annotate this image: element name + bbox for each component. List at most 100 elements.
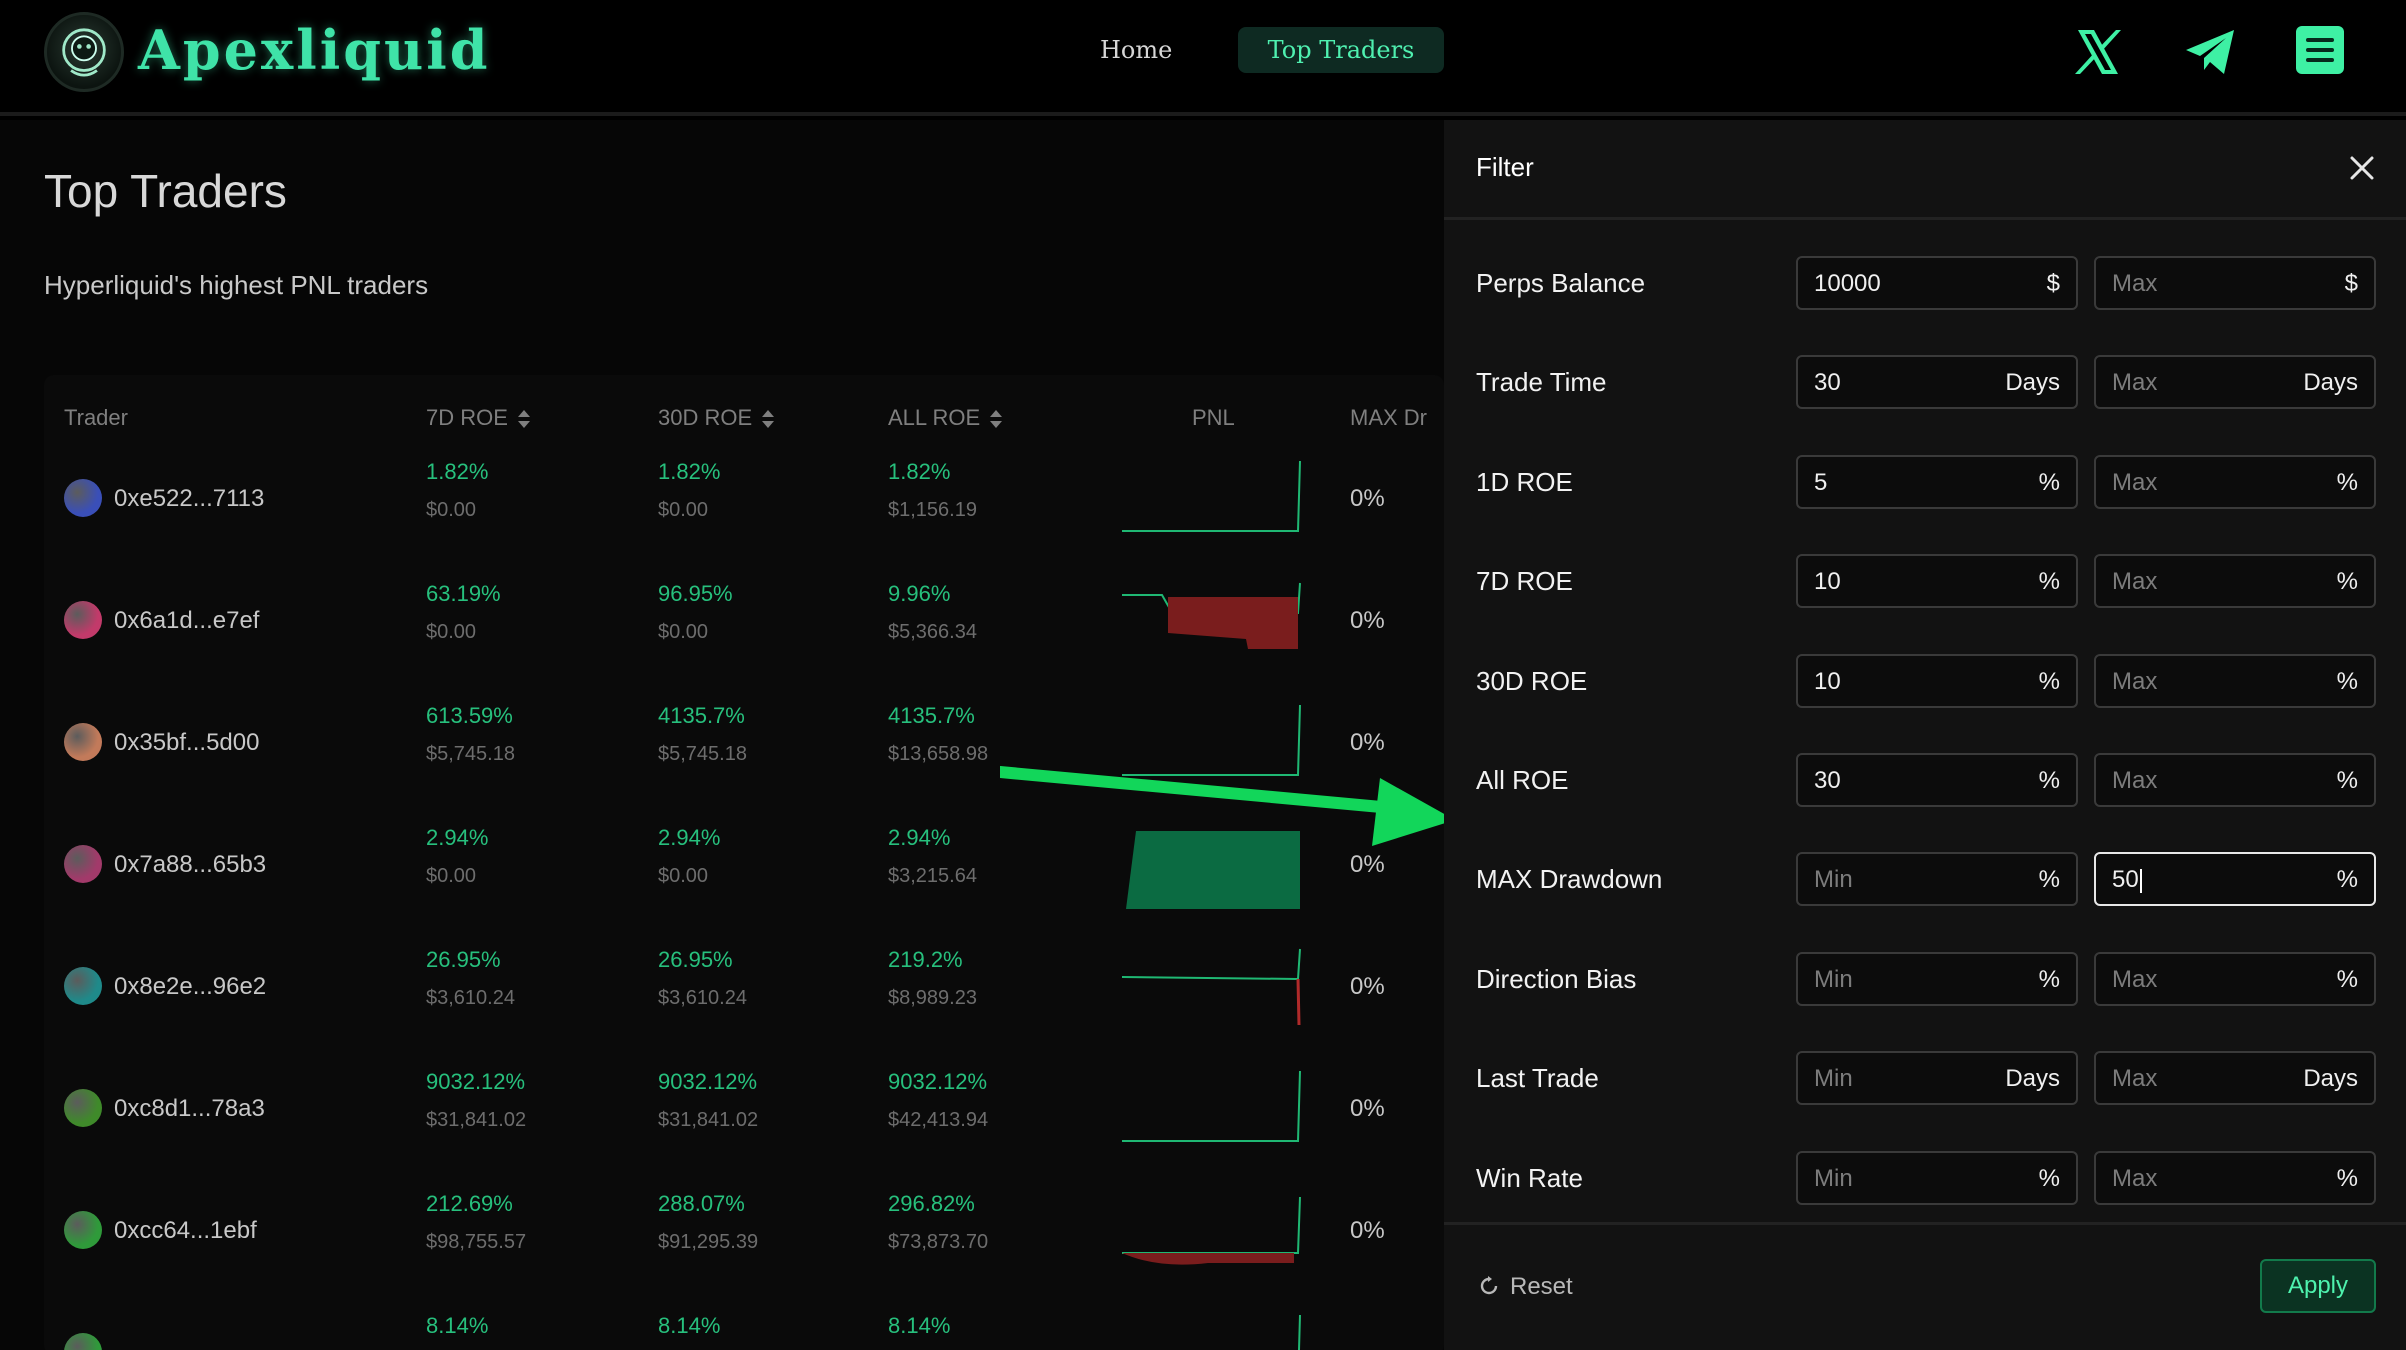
min-input[interactable]: Min Days bbox=[1796, 1051, 2078, 1105]
filter-row: MAX Drawdown Min% 50% bbox=[1444, 852, 2406, 906]
trader-address[interactable]: 0x6a1d...e7ef bbox=[114, 607, 259, 635]
min-input[interactable]: Min% bbox=[1796, 952, 2078, 1006]
roe-30d-value: 26.95% bbox=[658, 947, 733, 972]
unit-label: % bbox=[2038, 966, 2060, 993]
col-7d-roe-label: 7D ROE bbox=[426, 405, 508, 430]
reset-label: Reset bbox=[1510, 1273, 1573, 1300]
roe-all-value: 9.96% bbox=[888, 581, 951, 606]
sort-icon[interactable] bbox=[517, 410, 530, 429]
sort-icon[interactable] bbox=[762, 410, 775, 429]
avatar bbox=[64, 601, 102, 639]
unit-label: Days bbox=[2005, 1065, 2060, 1092]
trader-address[interactable]: 0xcc64...1ebf bbox=[114, 1217, 257, 1245]
table-row[interactable]: 8.14% 8.14% 8.14% bbox=[44, 1291, 1444, 1350]
sort-icon[interactable] bbox=[990, 410, 1003, 429]
unit-label: % bbox=[2038, 469, 2060, 496]
table-row[interactable]: 0x8e2e...96e2 26.95% $3,610.24 26.95% $3,610… bbox=[44, 925, 1444, 1047]
telegram-icon[interactable] bbox=[2182, 24, 2238, 80]
min-input[interactable]: 10% bbox=[1796, 654, 2078, 708]
menu-icon[interactable] bbox=[2296, 26, 2344, 74]
filter-label: 1D ROE bbox=[1476, 467, 1573, 497]
pnl-all-value: $8,989.23 bbox=[888, 987, 977, 1009]
avatar bbox=[64, 845, 102, 883]
max-input[interactable]: Max% bbox=[2094, 952, 2376, 1006]
filter-row: Direction Bias Min% Max% bbox=[1444, 952, 2406, 1006]
nav-top-traders-link[interactable]: Top Traders bbox=[1238, 27, 1444, 73]
filter-label: Win Rate bbox=[1476, 1163, 1583, 1193]
unit-label: % bbox=[2336, 469, 2358, 496]
reset-button[interactable]: Reset bbox=[1478, 1273, 1573, 1301]
traders-table: Trader 7D ROE 30D ROE ALL ROE PNL MAX Dr… bbox=[44, 375, 1444, 1350]
close-icon[interactable] bbox=[2344, 150, 2380, 186]
max-drawdown-value: 0% bbox=[1350, 1095, 1385, 1122]
min-input[interactable]: 30 Days bbox=[1796, 355, 2078, 409]
trader-address[interactable]: 0x35bf...5d00 bbox=[114, 729, 259, 757]
pnl-30d-value: $5,745.18 bbox=[658, 743, 747, 765]
table-row[interactable]: 0xc8d1...78a3 9032.12% $31,841.02 9032.12% $… bbox=[44, 1047, 1444, 1169]
max-value: 50 bbox=[2112, 866, 2142, 894]
unit-label: $ bbox=[2344, 270, 2358, 297]
unit-label: % bbox=[2038, 866, 2060, 893]
roe-all-value: 296.82% bbox=[888, 1191, 975, 1216]
max-drawdown-value: 0% bbox=[1350, 973, 1385, 1000]
trader-address[interactable]: 0xc8d1...78a3 bbox=[114, 1095, 265, 1123]
filter-row: Perps Balance 10000 $ Max $ bbox=[1444, 256, 2406, 310]
max-input[interactable]: Max% bbox=[2094, 1151, 2376, 1205]
roe-7d-value: 26.95% bbox=[426, 947, 501, 972]
filter-row: Win Rate Min% Max% bbox=[1444, 1151, 2406, 1205]
min-input[interactable]: 30% bbox=[1796, 753, 2078, 807]
max-drawdown-value: 0% bbox=[1350, 485, 1385, 512]
trader-address[interactable]: 0x7a88...65b3 bbox=[114, 851, 266, 879]
pnl-all-value: $3,215.64 bbox=[888, 865, 977, 887]
filter-footer: Reset Apply bbox=[1444, 1222, 2406, 1350]
brand-name[interactable]: Apexliquid bbox=[138, 18, 491, 82]
min-placeholder: Min bbox=[1814, 866, 1853, 893]
pnl-30d-value: $0.00 bbox=[658, 865, 709, 887]
max-input[interactable]: Max% bbox=[2094, 554, 2376, 608]
filter-label: 7D ROE bbox=[1476, 566, 1573, 596]
col-pnl-header: PNL bbox=[1192, 405, 1235, 430]
max-input[interactable]: Max $ bbox=[2094, 256, 2376, 310]
page-subtitle: Hyperliquid's highest PNL traders bbox=[44, 270, 429, 300]
max-input[interactable]: 50% bbox=[2094, 852, 2376, 906]
min-value: 10000 bbox=[1814, 270, 1881, 297]
apply-button[interactable]: Apply bbox=[2260, 1259, 2376, 1313]
pnl-sparkline bbox=[1122, 582, 1301, 649]
logo-icon[interactable] bbox=[44, 12, 124, 92]
trader-address[interactable]: 0xe522...7113 bbox=[114, 485, 264, 513]
col-7d-roe-header[interactable]: 7D ROE bbox=[426, 405, 530, 431]
max-input[interactable]: Max Days bbox=[2094, 1051, 2376, 1105]
filter-row: All ROE 30% Max% bbox=[1444, 753, 2406, 807]
filter-header: Filter bbox=[1444, 120, 2406, 220]
table-row[interactable]: 0x6a1d...e7ef 63.19% $0.00 96.95% $0.00 9.96%… bbox=[44, 559, 1444, 681]
min-value: 10 bbox=[1814, 568, 1841, 595]
trader-address[interactable]: 0x8e2e...96e2 bbox=[114, 973, 266, 1001]
nav-home-link[interactable]: Home bbox=[1100, 36, 1172, 64]
x-icon[interactable] bbox=[2070, 24, 2126, 80]
min-input[interactable]: 5% bbox=[1796, 455, 2078, 509]
min-input[interactable]: 10% bbox=[1796, 554, 2078, 608]
max-input[interactable]: Max% bbox=[2094, 753, 2376, 807]
max-placeholder: Max bbox=[2112, 1065, 2158, 1092]
max-placeholder: Max bbox=[2112, 966, 2158, 993]
pnl-all-value: $73,873.70 bbox=[888, 1231, 989, 1253]
col-30d-roe-header[interactable]: 30D ROE bbox=[658, 405, 775, 431]
pnl-30d-value: $31,841.02 bbox=[658, 1109, 759, 1131]
min-input[interactable]: Min% bbox=[1796, 852, 2078, 906]
max-placeholder: Max bbox=[2112, 1165, 2158, 1192]
max-input[interactable]: Max% bbox=[2094, 455, 2376, 509]
unit-label: % bbox=[2038, 568, 2060, 595]
pnl-all-value: $1,156.19 bbox=[888, 499, 977, 521]
max-input[interactable]: Max Days bbox=[2094, 355, 2376, 409]
table-row[interactable]: 0xe522...7113 1.82% $0.00 1.82% $0.00 1.82% $1… bbox=[44, 437, 1444, 559]
pnl-7d-value: $98,755.57 bbox=[426, 1231, 527, 1253]
max-placeholder: Max bbox=[2112, 767, 2158, 794]
roe-7d-value: 63.19% bbox=[426, 581, 501, 606]
max-input[interactable]: Max% bbox=[2094, 654, 2376, 708]
reset-icon bbox=[1480, 1276, 1498, 1295]
min-input[interactable]: 10000 $ bbox=[1796, 256, 2078, 310]
col-all-roe-header[interactable]: ALL ROE bbox=[888, 405, 1003, 431]
unit-label: Days bbox=[2303, 1065, 2358, 1092]
min-input[interactable]: Min% bbox=[1796, 1151, 2078, 1205]
table-row[interactable]: 0xcc64...1ebf 212.69% $98,755.57 288.07% $91… bbox=[44, 1169, 1444, 1291]
